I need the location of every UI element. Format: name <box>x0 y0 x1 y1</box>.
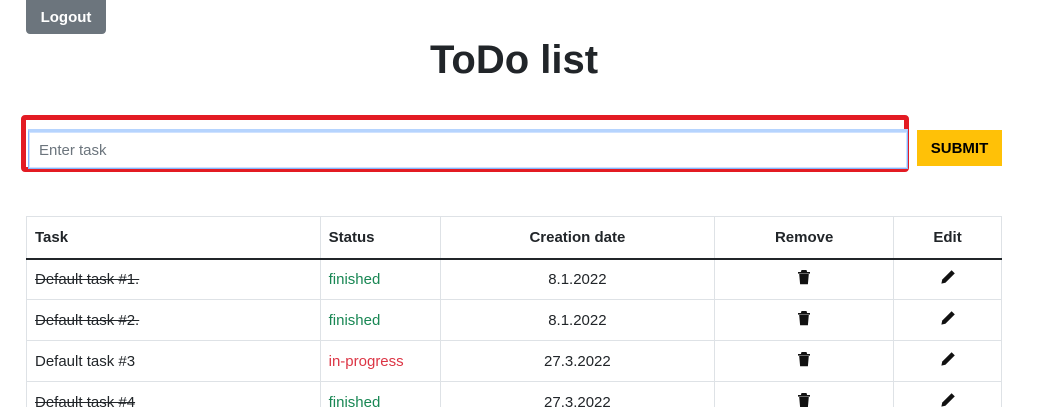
column-header-task: Task <box>26 216 321 260</box>
app-root: Logout ToDo list SUBMIT Task Status Crea… <box>0 0 1058 407</box>
task-status: in-progress <box>319 340 441 382</box>
pencil-icon[interactable] <box>940 392 956 407</box>
pencil-icon[interactable] <box>940 310 956 326</box>
task-creation-date: 27.3.2022 <box>439 340 716 382</box>
task-text: Default task #3 <box>26 340 321 382</box>
logout-button[interactable]: Logout <box>26 0 106 34</box>
trash-icon[interactable] <box>797 351 811 367</box>
column-header-status: Status <box>319 216 441 260</box>
edit-cell <box>893 258 1002 300</box>
todo-table: Task Status Creation date Remove Edit De… <box>26 216 1002 407</box>
page-title: ToDo list <box>429 38 599 82</box>
trash-icon[interactable] <box>797 310 811 326</box>
table-row: Default task #2. finished 8.1.2022 <box>26 299 1002 341</box>
table-body: Default task #1. finished 8.1.2022 Default … <box>26 258 1002 407</box>
table-header-row: Task Status Creation date Remove Edit <box>26 216 1002 260</box>
edit-cell <box>893 381 1002 407</box>
task-text: Default task #2. <box>26 299 321 341</box>
remove-cell <box>714 381 895 407</box>
remove-cell <box>714 299 895 341</box>
column-header-edit: Edit <box>893 216 1002 260</box>
column-header-creation-date: Creation date <box>439 216 716 260</box>
remove-cell <box>714 258 895 300</box>
task-creation-date: 8.1.2022 <box>439 299 716 341</box>
table-row: Default task #3 in-progress 27.3.2022 <box>26 340 1002 382</box>
submit-button[interactable]: SUBMIT <box>917 130 1002 166</box>
pencil-icon[interactable] <box>940 269 956 285</box>
remove-cell <box>714 340 895 382</box>
task-text: Default task #1. <box>26 258 321 300</box>
table-row: Default task #1. finished 8.1.2022 <box>26 258 1002 300</box>
trash-icon[interactable] <box>797 269 811 285</box>
task-creation-date: 27.3.2022 <box>439 381 716 407</box>
task-creation-date: 8.1.2022 <box>439 258 716 300</box>
table-row: Default task #4 finished 27.3.2022 <box>26 381 1002 407</box>
edit-cell <box>893 299 1002 341</box>
task-text: Default task #4 <box>26 381 321 407</box>
column-header-remove: Remove <box>714 216 895 260</box>
task-status: finished <box>319 381 441 407</box>
trash-icon[interactable] <box>797 392 811 407</box>
pencil-icon[interactable] <box>940 351 956 367</box>
task-status: finished <box>319 258 441 300</box>
task-input[interactable] <box>28 129 908 169</box>
edit-cell <box>893 340 1002 382</box>
task-status: finished <box>319 299 441 341</box>
